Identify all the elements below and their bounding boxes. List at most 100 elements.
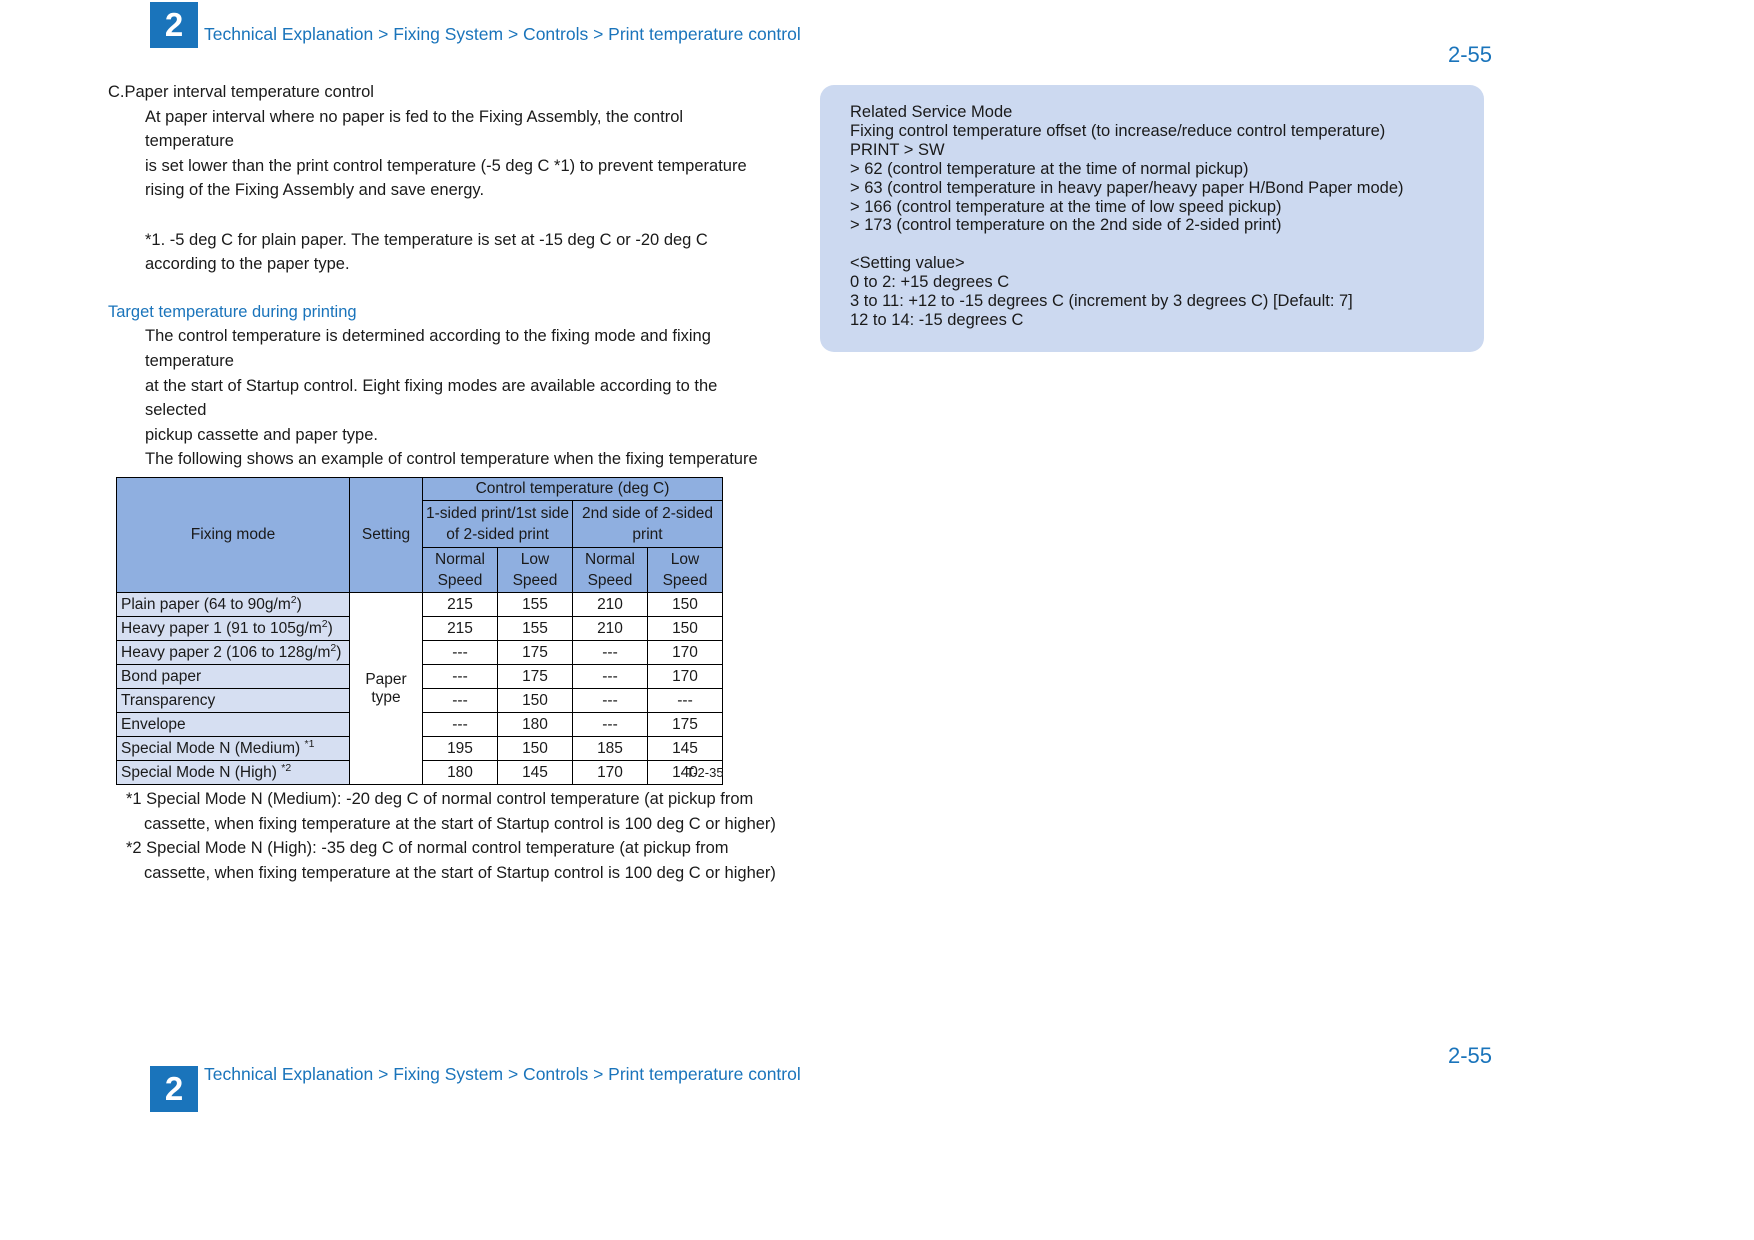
row-mode-label: Special Mode N (Medium) *1 bbox=[116, 736, 350, 761]
header-normal-speed-1sided: Normal Speed bbox=[422, 547, 498, 593]
row-mode-text: Plain paper (64 to 90g/m bbox=[121, 596, 291, 614]
cell-1sided-normal: 195 bbox=[422, 736, 498, 761]
service-panel-setting-value-heading: <Setting value> bbox=[850, 254, 965, 273]
section-c-para-line3: rising of the Fixing Assembly and save e… bbox=[145, 181, 485, 200]
target-para-line3: pickup cassette and paper type. bbox=[145, 425, 378, 444]
header-fixing-mode: Fixing mode bbox=[116, 477, 350, 593]
row-mode-label: Transparency bbox=[116, 688, 350, 713]
cell-1sided-low: 175 bbox=[497, 664, 573, 689]
cell-1sided-low: 150 bbox=[497, 688, 573, 713]
footer-breadcrumb: Technical Explanation > Fixing System > … bbox=[204, 1064, 801, 1084]
cell-2ndside-normal: --- bbox=[572, 712, 648, 737]
cell-1sided-normal: --- bbox=[422, 664, 498, 689]
row-mode-text: Bond paper bbox=[121, 668, 202, 686]
row-mode-text: Special Mode N (High) bbox=[121, 764, 282, 782]
header-group-1sided-line1: 1-sided print/1st side bbox=[425, 505, 570, 522]
cell-2ndside-normal: 210 bbox=[572, 616, 648, 641]
target-para-line1: The control temperature is determined ac… bbox=[145, 327, 711, 370]
section-c-para-line2: is set lower than the print control temp… bbox=[145, 156, 747, 175]
breadcrumb: Technical Explanation > Fixing System > … bbox=[204, 24, 801, 44]
cell-1sided-low: 155 bbox=[497, 616, 573, 641]
header-setting: Setting bbox=[349, 477, 423, 593]
table-footnote-2-line1: *2 Special Mode N (High): -35 deg C of n… bbox=[126, 839, 729, 858]
header-low-speed-2ndside: Low Speed bbox=[647, 547, 723, 593]
control-temperature-table: Fixing mode Setting Control temperature … bbox=[116, 477, 723, 785]
header-low-speed-2ndside-line2: Speed bbox=[662, 572, 708, 589]
section-c-para-line1: At paper interval where no paper is fed … bbox=[145, 107, 684, 151]
cell-1sided-normal: --- bbox=[422, 688, 498, 713]
control-temperature-table-wrapper: Fixing mode Setting Control temperature … bbox=[116, 477, 723, 785]
target-para-line2: at the start of Startup control. Eight f… bbox=[145, 376, 718, 420]
row-mode-tail: ) bbox=[336, 644, 342, 662]
header-low-speed-1sided-line1: Low bbox=[520, 551, 550, 568]
header-group-1sided-line2: of 2-sided print bbox=[446, 526, 549, 543]
setting-paper-type: Paper type bbox=[349, 592, 423, 785]
cell-2ndside-normal: 170 bbox=[572, 760, 648, 785]
table-footnote-1-line2: cassette, when fixing temperature at the… bbox=[144, 814, 776, 833]
table-footnote-2-line2: cassette, when fixing temperature at the… bbox=[144, 863, 776, 882]
row-mode-tail: ) bbox=[327, 620, 333, 638]
table-body: Plain paper (64 to 90g/m2) Paper type 21… bbox=[116, 592, 723, 785]
row-mode-note: *2 bbox=[281, 762, 292, 775]
row-mode-label: Bond paper bbox=[116, 664, 350, 689]
cell-2ndside-normal: --- bbox=[572, 664, 648, 689]
footnote-star1-line2: according to the paper type. bbox=[145, 255, 350, 274]
chapter-badge: 2 bbox=[150, 2, 198, 48]
cell-2ndside-normal: 210 bbox=[572, 592, 648, 617]
page-number-top: 2-55 bbox=[1447, 42, 1492, 67]
cell-1sided-normal: 180 bbox=[422, 760, 498, 785]
header-normal-speed-2ndside-line1: Normal bbox=[585, 551, 635, 568]
cell-1sided-normal: --- bbox=[422, 712, 498, 737]
row-mode-text: Special Mode N (Medium) bbox=[121, 740, 305, 758]
header-normal-speed-1sided-line2: Speed bbox=[437, 572, 483, 589]
cell-2ndside-normal: 185 bbox=[572, 736, 648, 761]
service-panel-line-6: > 166 (control temperature at the time o… bbox=[850, 197, 1282, 216]
table-footnote-1-line1: *1 Special Mode N (Medium): -20 deg C of… bbox=[126, 790, 754, 808]
cell-2ndside-normal: --- bbox=[572, 640, 648, 665]
header-normal-speed-2ndside: Normal Speed bbox=[572, 547, 648, 593]
header-group-2ndside: 2nd side of 2-sided print bbox=[572, 500, 723, 548]
cell-1sided-low: 150 bbox=[497, 736, 573, 761]
header-low-speed-1sided: Low Speed bbox=[497, 547, 573, 593]
table-row: Plain paper (64 to 90g/m2) Paper type 21… bbox=[116, 592, 723, 785]
row-mode-text: Envelope bbox=[121, 716, 186, 734]
table-header-row-1: Fixing mode Setting Control temperature … bbox=[116, 477, 723, 593]
service-panel-line-7: > 173 (control temperature on the 2nd si… bbox=[850, 216, 1282, 235]
related-service-mode-panel: Related Service Mode Fixing control temp… bbox=[820, 85, 1484, 352]
row-mode-label: Heavy paper 1 (91 to 105g/m2) bbox=[116, 616, 350, 641]
service-panel-line-5: > 63 (control temperature in heavy paper… bbox=[850, 178, 1404, 197]
cell-1sided-low: 145 bbox=[497, 760, 573, 785]
service-panel-setting-line-2: 3 to 11: +12 to -15 degrees C (increment… bbox=[850, 292, 1353, 311]
service-panel-line-4: > 62 (control temperature at the time of… bbox=[850, 159, 1249, 178]
table-head: Fixing mode Setting Control temperature … bbox=[116, 477, 723, 593]
row-mode-text: Heavy paper 2 (106 to 128g/m bbox=[121, 644, 331, 662]
cell-1sided-normal: 215 bbox=[422, 592, 498, 617]
header-group-2ndside-line2: print bbox=[632, 526, 663, 543]
row-mode-label: Heavy paper 2 (106 to 128g/m2) bbox=[116, 640, 350, 665]
service-panel-line-3: PRINT > SW bbox=[850, 140, 945, 159]
service-panel-spacer bbox=[850, 235, 1454, 254]
cell-1sided-low: 180 bbox=[497, 712, 573, 737]
table-footnotes: *1 Special Mode N (Medium): -20 deg C of… bbox=[126, 787, 786, 885]
row-mode-text: Heavy paper 1 (91 to 105g/m bbox=[121, 620, 322, 638]
cell-1sided-normal: --- bbox=[422, 640, 498, 665]
service-panel-setting-line-3: 12 to 14: -15 degrees C bbox=[850, 310, 1024, 329]
header-control-temperature: Control temperature (deg C) bbox=[422, 477, 723, 501]
header-group-2ndside-line1: 2nd side of 2-sided bbox=[582, 505, 713, 522]
header-group-1sided: 1-sided print/1st side of 2-sided print bbox=[422, 500, 573, 548]
target-temperature-heading: Target temperature during printing bbox=[108, 302, 357, 321]
row-mode-text: Transparency bbox=[121, 692, 216, 710]
cell-2ndside-low: 175 bbox=[647, 712, 723, 737]
page-number-bottom: 2-55 bbox=[1447, 1043, 1492, 1068]
header-normal-speed-2ndside-line2: Speed bbox=[587, 572, 633, 589]
footer-chapter-badge: 2 bbox=[150, 1066, 198, 1112]
row-mode-label: Special Mode N (High) *2 bbox=[116, 760, 350, 785]
cell-1sided-normal: 215 bbox=[422, 616, 498, 641]
cell-2ndside-low: 150 bbox=[647, 616, 723, 641]
cell-2ndside-low: 145 bbox=[647, 736, 723, 761]
service-panel-title: Related Service Mode bbox=[850, 103, 1013, 121]
cell-2ndside-low: --- bbox=[647, 688, 723, 713]
footnote-star1-line1: *1. -5 deg C for plain paper. The temper… bbox=[145, 230, 708, 249]
cell-2ndside-low: 170 bbox=[647, 664, 723, 689]
